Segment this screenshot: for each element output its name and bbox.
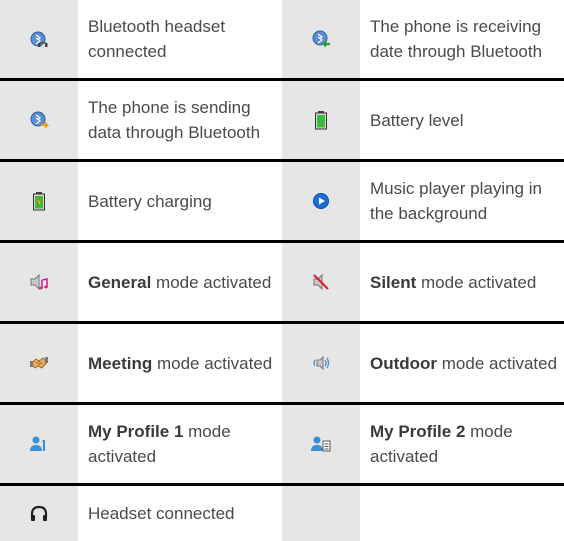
outdoor-mode-icon [311, 353, 331, 373]
table-row: Battery charging Music player playing in… [0, 162, 564, 243]
table-row: My Profile 1 mode activated My Profile 2… [0, 405, 564, 486]
my-profile-2-icon [311, 434, 331, 454]
music-player-icon [311, 191, 331, 211]
status-description: Bluetooth headset connected [88, 17, 226, 61]
battery-level-icon [311, 110, 331, 130]
empty-text-cell [360, 486, 564, 541]
status-description: Outdoor mode activated [370, 353, 558, 373]
bluetooth-receive-icon [311, 29, 331, 49]
table-row: Bluetooth headset connected The phone is… [0, 0, 564, 81]
meeting-mode-icon [29, 353, 49, 373]
status-description: Battery charging [88, 191, 212, 211]
my-profile-1-icon [29, 434, 49, 454]
status-description: My Profile 1 mode activated [88, 422, 231, 466]
table-row: General mode activated Silent mode activ… [0, 243, 564, 324]
table-row: Headset connected [0, 486, 564, 541]
headset-icon [29, 504, 49, 524]
status-description: Silent mode activated [370, 272, 537, 292]
bluetooth-send-icon [29, 110, 49, 130]
status-icon-table: Bluetooth headset connected The phone is… [0, 0, 564, 541]
status-description: Headset connected [88, 504, 235, 523]
table-row: The phone is sending data through Blueto… [0, 81, 564, 162]
status-description: General mode activated [88, 272, 272, 292]
status-description: Battery level [370, 110, 464, 130]
status-description: Meeting mode activated [88, 353, 273, 373]
status-description: My Profile 2 mode activated [370, 422, 513, 466]
silent-mode-icon [311, 272, 331, 292]
empty-icon-cell [282, 486, 360, 541]
battery-charging-icon [29, 191, 49, 211]
bluetooth-headset-icon [29, 29, 49, 49]
status-description: Music player playing in the background [370, 179, 542, 223]
general-mode-icon [29, 272, 49, 292]
status-description: The phone is sending data through Blueto… [88, 98, 261, 142]
status-description: The phone is receiving date through Blue… [370, 17, 543, 61]
table-row: Meeting mode activated Outdoor mode acti… [0, 324, 564, 405]
